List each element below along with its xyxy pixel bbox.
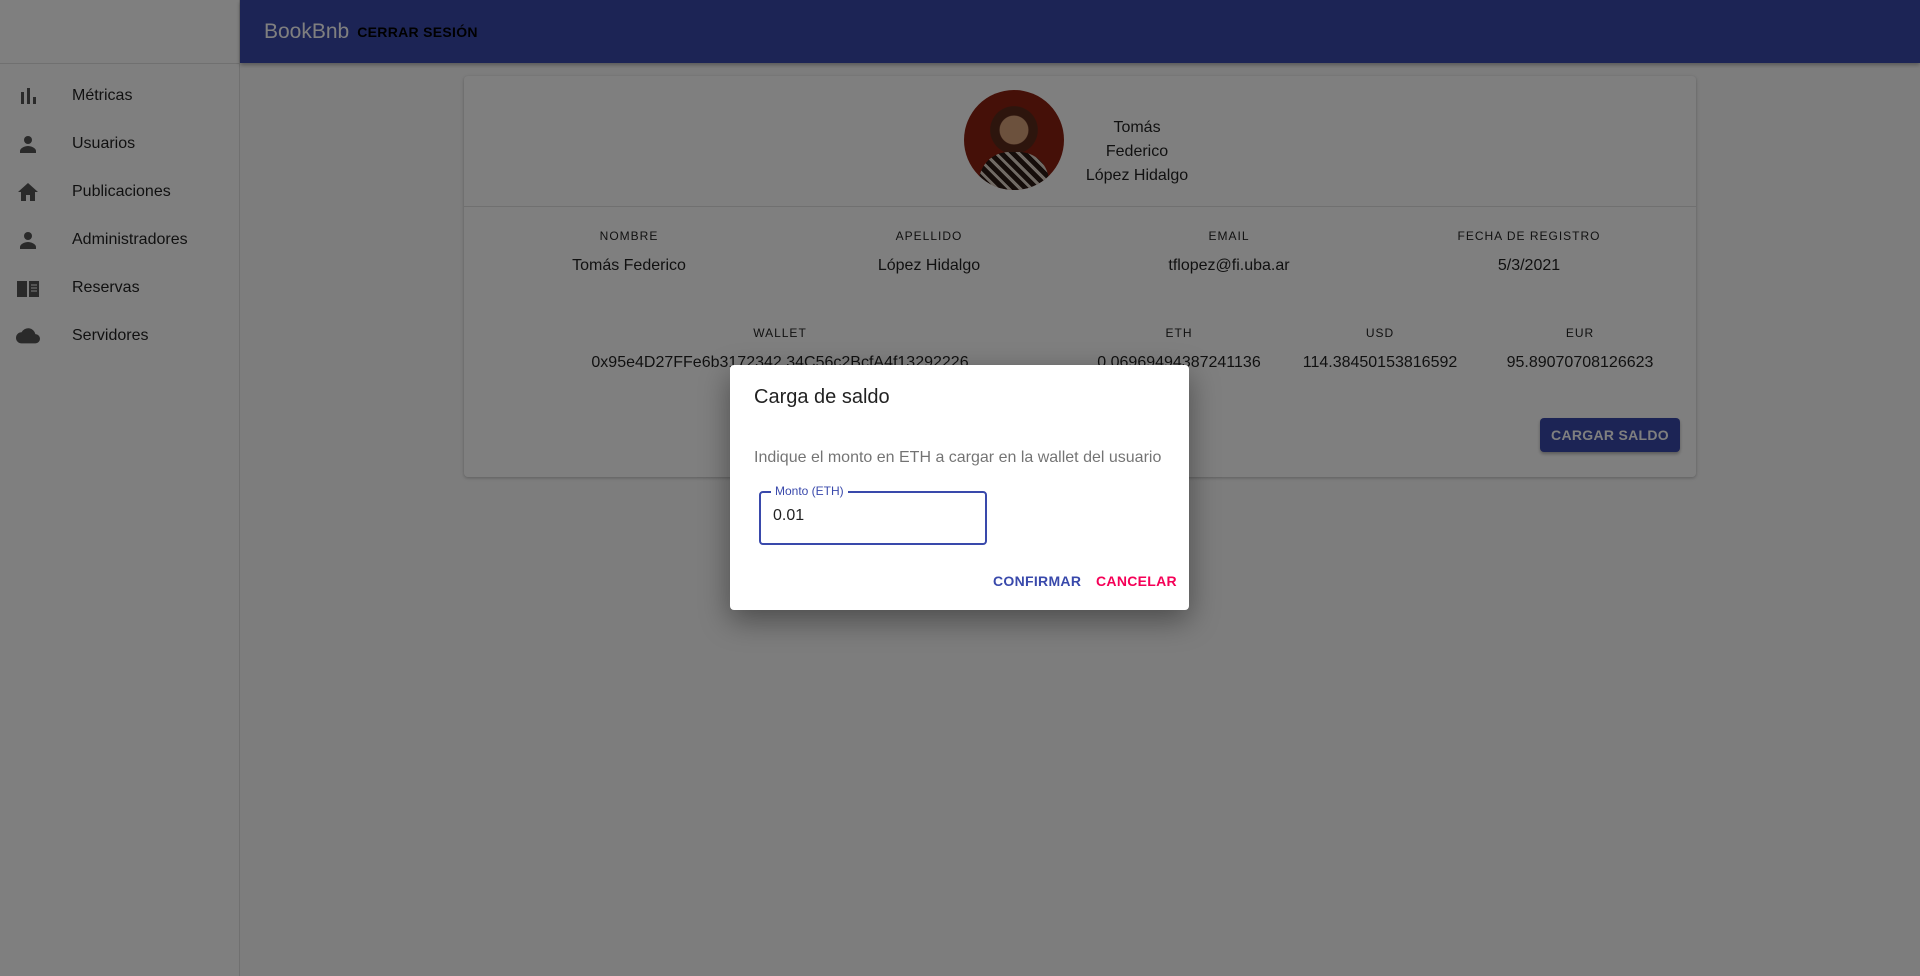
amount-field: Monto (ETH) xyxy=(759,484,987,545)
confirm-button[interactable]: CONFIRMAR xyxy=(993,573,1081,589)
cancel-button[interactable]: CANCELAR xyxy=(1096,573,1177,589)
dialog-title: Carga de saldo xyxy=(754,386,890,408)
amount-field-label: Monto (ETH) xyxy=(771,484,848,498)
amount-input[interactable] xyxy=(773,507,973,525)
dialog-text: Indique el monto en ETH a cargar en la w… xyxy=(754,449,1162,466)
load-balance-dialog: Carga de saldo Indique el monto en ETH a… xyxy=(730,365,1189,610)
